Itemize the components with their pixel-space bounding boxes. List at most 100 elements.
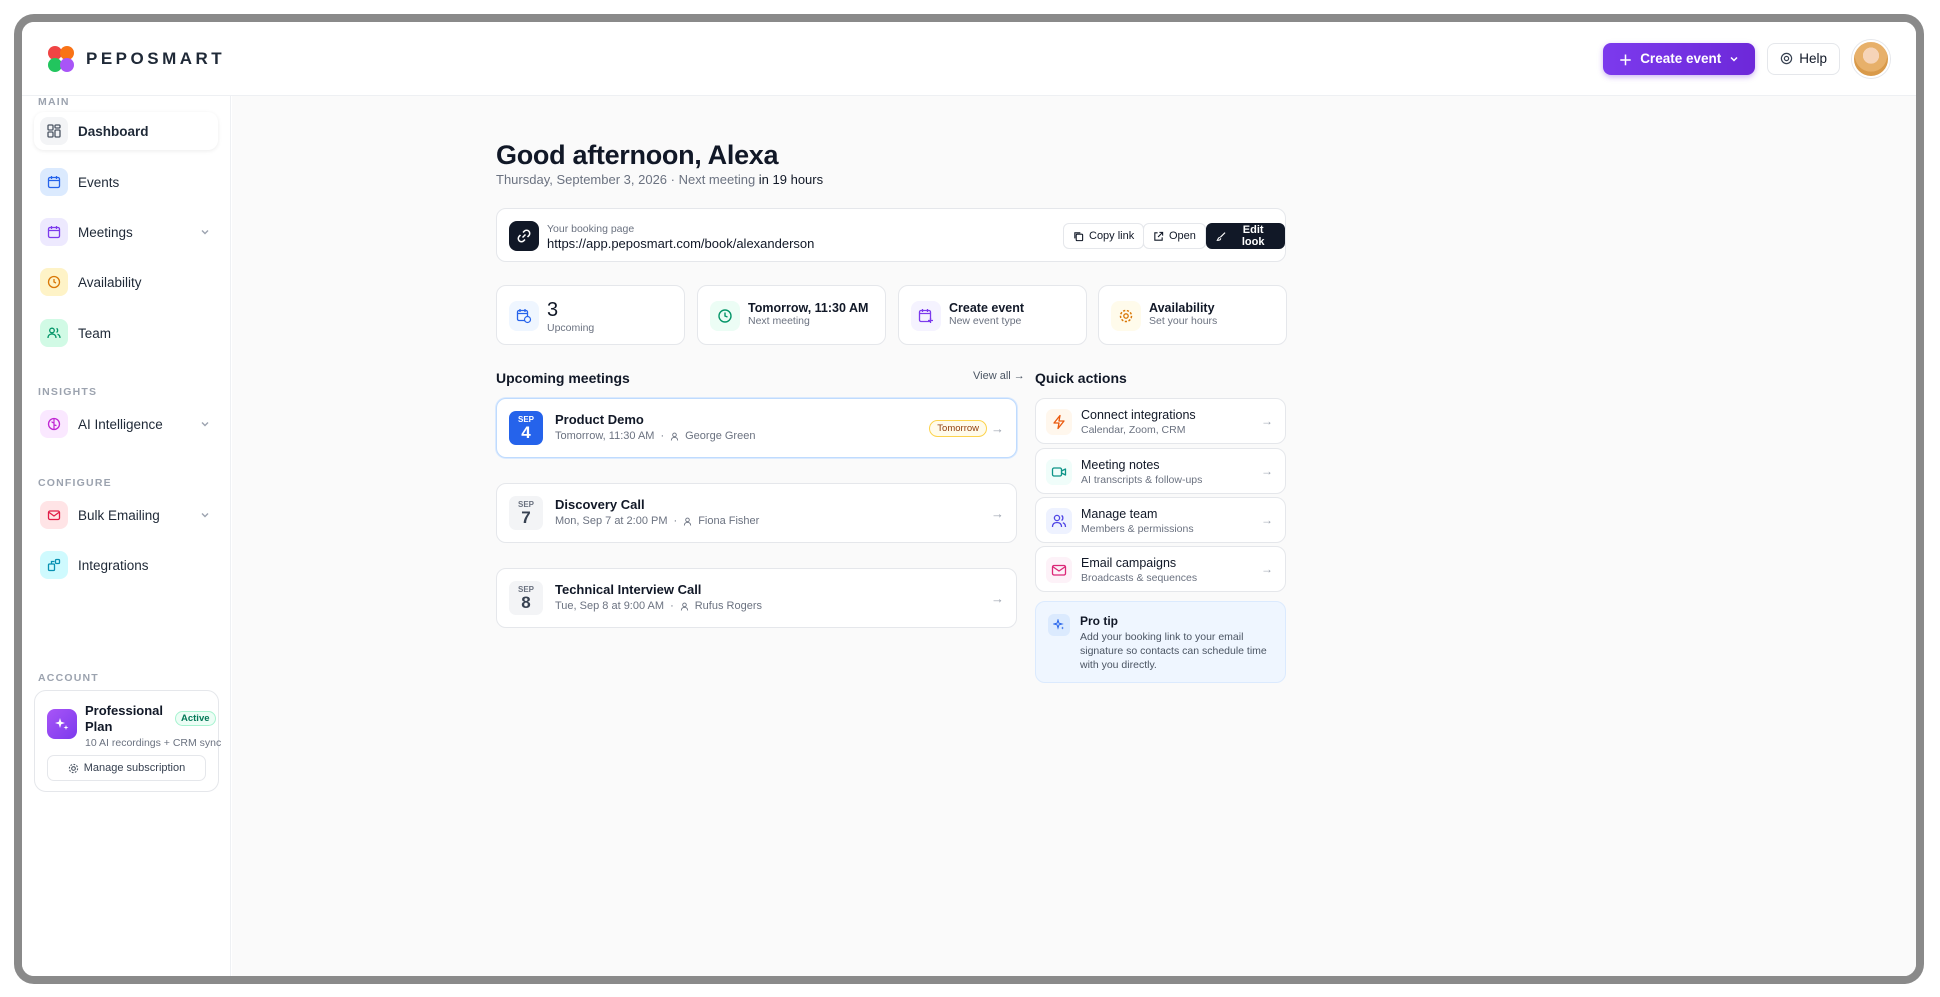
quick-action-subtitle: Members & permissions: [1081, 523, 1194, 535]
main-content: Good afternoon, Alexa Thursday, Septembe…: [232, 96, 1916, 976]
sparkles-icon: [47, 709, 77, 739]
sidebar-item-availability[interactable]: Availability: [34, 263, 218, 301]
meeting-row[interactable]: SEP 8 Technical Interview Call Tue, Sep …: [496, 568, 1017, 628]
brain-icon: [40, 410, 68, 438]
booking-label: Your booking page: [547, 223, 635, 235]
lightning-icon: [1046, 409, 1072, 435]
section-label-account: ACCOUNT: [38, 672, 99, 684]
section-label-configure: CONFIGURE: [38, 477, 112, 489]
puzzle-icon: [40, 551, 68, 579]
sidebar-item-label: Meetings: [78, 224, 133, 240]
users-icon: [40, 319, 68, 347]
plus-icon: ＋: [1618, 52, 1633, 68]
sidebar-item-events[interactable]: Events: [34, 163, 218, 201]
quick-action-meeting-notes[interactable]: Meeting notes AI transcripts & follow-up…: [1035, 448, 1286, 494]
open-label: Open: [1169, 230, 1196, 242]
meeting-person: Fiona Fisher: [698, 515, 760, 527]
sidebar-item-ai-intelligence[interactable]: AI Intelligence: [34, 405, 218, 443]
date-day: 7: [521, 508, 531, 527]
sidebar-item-team[interactable]: Team: [34, 314, 218, 352]
page-title: Good afternoon, Alexa: [496, 140, 779, 170]
meeting-row[interactable]: SEP 4 Product Demo Tomorrow, 11:30 AM · …: [496, 398, 1017, 458]
arrow-right-icon: →: [1261, 414, 1273, 428]
date-day: 8: [521, 593, 531, 612]
stat-title: Create event: [949, 301, 1025, 315]
video-icon: [1046, 459, 1072, 485]
stat-availability[interactable]: Availability Set your hours: [1098, 285, 1287, 345]
sidebar-item-label: Dashboard: [78, 123, 149, 139]
plan-card: Professional Plan Active 10 AI recording…: [34, 690, 221, 792]
section-label-insights: INSIGHTS: [38, 386, 98, 398]
quick-action-connect-integrations[interactable]: Connect integrations Calendar, Zoom, CRM…: [1035, 398, 1286, 444]
clock-icon: [40, 268, 68, 296]
meeting-person: Rufus Rogers: [694, 600, 762, 612]
manage-subscription-button[interactable]: Manage subscription: [47, 755, 206, 781]
arrow-right-icon: →: [1261, 562, 1273, 576]
quick-action-title: Meeting notes: [1081, 458, 1160, 472]
meeting-person: George Green: [685, 430, 756, 442]
copy-icon: [1074, 231, 1084, 241]
date-badge: SEP 8: [509, 581, 543, 615]
sidebar-item-label: Events: [78, 174, 120, 190]
dashboard-icon: [40, 117, 68, 145]
chevron-down-icon: [201, 230, 209, 235]
calendar-clock-icon: [509, 301, 539, 331]
meeting-title: Technical Interview Call: [555, 582, 702, 597]
date-badge: SEP 4: [509, 411, 543, 445]
sidebar-item-bulk-emailing[interactable]: Bulk Emailing: [34, 496, 218, 534]
help-button[interactable]: Help: [1767, 42, 1840, 75]
create-event-button[interactable]: ＋ Create event: [1602, 42, 1756, 75]
external-link-icon: [1154, 231, 1164, 241]
meeting-time: Tomorrow, 11:30 AM: [555, 430, 655, 442]
sidebar-item-label: AI Intelligence: [78, 416, 163, 432]
edit-look-label: Edit look: [1241, 224, 1265, 248]
sidebar-item-dashboard[interactable]: Dashboard: [34, 112, 218, 150]
meeting-time: Mon, Sep 7 at 2:00 PM: [555, 515, 668, 527]
date-day: 4: [521, 423, 531, 442]
arrow-right-icon: →: [991, 506, 1004, 521]
copy-link-label: Copy link: [1089, 230, 1135, 242]
user-icon: [684, 517, 692, 526]
chevron-down-icon: [201, 513, 209, 518]
stat-subtitle: Upcoming: [547, 322, 595, 334]
pro-tip-card: Pro tip Add your booking link to your em…: [1035, 601, 1286, 683]
brand-logo[interactable]: PEPOSMART: [48, 45, 225, 72]
copy-link-button[interactable]: Copy link: [1063, 223, 1145, 249]
users-icon: [1046, 508, 1072, 534]
date-badge: SEP 7: [509, 496, 543, 530]
top-header: PEPOSMART ＋ Create event Help: [22, 22, 1916, 96]
stat-upcoming[interactable]: 3 Upcoming: [496, 285, 685, 345]
status-badge: Active: [175, 711, 216, 726]
stat-create-event[interactable]: Create event New event type: [898, 285, 1087, 345]
arrow-right-icon: →: [1013, 370, 1025, 382]
view-all-label: View all: [973, 370, 1011, 382]
meeting-title: Product Demo: [555, 412, 644, 427]
stat-title: Availability: [1149, 301, 1215, 315]
sidebar-item-label: Availability: [78, 274, 142, 290]
manage-subscription-label: Manage subscription: [83, 762, 186, 774]
sidebar-item-integrations[interactable]: Integrations: [34, 546, 218, 584]
meeting-details: Mon, Sep 7 at 2:00 PM · Fiona Fisher: [555, 515, 759, 527]
view-all-link[interactable]: View all →: [973, 370, 1025, 382]
arrow-right-icon: →: [991, 591, 1004, 606]
user-icon: [680, 602, 688, 611]
separator-dot: ·: [673, 515, 678, 527]
booking-url[interactable]: https://app.peposmart.com/book/alexander…: [547, 236, 814, 251]
stat-next-meeting[interactable]: Tomorrow, 11:30 AM Next meeting: [697, 285, 886, 345]
quick-action-email-campaigns[interactable]: Email campaigns Broadcasts & sequences →: [1035, 546, 1286, 592]
sidebar-item-meetings[interactable]: Meetings: [34, 213, 218, 251]
quick-action-subtitle: Calendar, Zoom, CRM: [1081, 424, 1186, 436]
link-icon: [509, 221, 539, 251]
edit-look-button[interactable]: Edit look: [1206, 223, 1285, 249]
quick-action-title: Manage team: [1081, 507, 1158, 521]
stat-subtitle: Next meeting: [748, 315, 810, 327]
arrow-right-icon: →: [1261, 464, 1273, 478]
open-button[interactable]: Open: [1143, 223, 1206, 249]
status-badge: Tomorrow: [929, 420, 987, 437]
user-avatar[interactable]: [1852, 39, 1890, 78]
arrow-right-icon: →: [1261, 513, 1273, 527]
meeting-row[interactable]: SEP 7 Discovery Call Mon, Sep 7 at 2:00 …: [496, 483, 1017, 543]
quick-action-subtitle: Broadcasts & sequences: [1081, 572, 1198, 584]
brush-icon: [1216, 231, 1226, 241]
quick-action-manage-team[interactable]: Manage team Members & permissions →: [1035, 497, 1286, 543]
